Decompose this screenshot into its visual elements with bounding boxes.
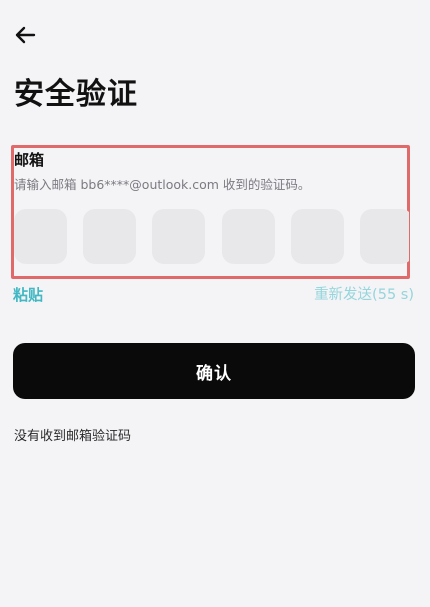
code-digit-box-3[interactable] xyxy=(152,209,205,264)
paste-button[interactable]: 粘贴 xyxy=(13,285,43,305)
arrow-left-icon xyxy=(14,26,36,48)
code-digit-box-6[interactable] xyxy=(360,209,409,264)
resend-countdown: 重新发送(55 s) xyxy=(314,287,414,303)
code-digit-box-5[interactable] xyxy=(291,209,344,264)
page-title: 安全验证 xyxy=(14,77,138,112)
code-digit-box-2[interactable] xyxy=(83,209,136,264)
verification-hint: 请输入邮箱 bb6****@outlook.com 收到的验证码。 xyxy=(14,177,311,192)
code-digit-box-1[interactable] xyxy=(14,209,67,264)
email-label: 邮箱 xyxy=(14,151,45,169)
no-code-received-link[interactable]: 没有收到邮箱验证码 xyxy=(14,428,131,446)
code-digit-box-4[interactable] xyxy=(222,209,275,264)
back-button[interactable] xyxy=(12,26,38,48)
confirm-button[interactable]: 确认 xyxy=(13,343,415,399)
verification-code-input[interactable] xyxy=(14,209,409,264)
